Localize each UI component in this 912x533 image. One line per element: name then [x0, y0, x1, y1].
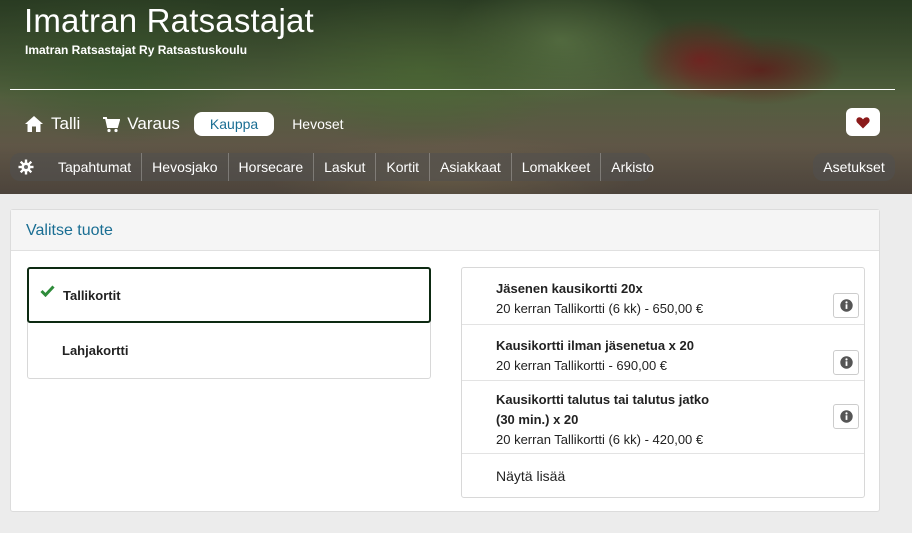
check-icon — [40, 285, 55, 297]
product-item[interactable]: Kausikortti ilman jäsenetua x 20 20 kerr… — [462, 325, 864, 381]
category-label: Tallikortit — [63, 287, 121, 303]
subnav-hevosjako[interactable]: Hevosjako — [142, 153, 229, 181]
show-more-link[interactable]: Näytä lisää — [462, 454, 864, 497]
product-item[interactable]: Jäsenen kausikortti 20x 20 kerran Tallik… — [462, 268, 864, 325]
heart-icon — [856, 116, 870, 128]
settings-button[interactable]: Asetukset — [813, 153, 895, 181]
panel-title: Valitse tuote — [11, 210, 879, 251]
category-list: Tallikortit Lahjakortti — [27, 267, 431, 379]
product-info-button[interactable] — [833, 350, 859, 375]
product-name: Jäsenen kausikortti 20x — [496, 281, 643, 296]
subnav-tapahtumat[interactable]: Tapahtumat — [48, 153, 143, 181]
product-list: Jäsenen kausikortti 20x 20 kerran Tallik… — [461, 267, 865, 498]
nav-hevoset[interactable]: Hevoset — [292, 116, 343, 132]
product-item[interactable]: Kausikortti talutus tai talutus jatko (3… — [462, 381, 864, 454]
subnav-arkisto[interactable]: Arkisto — [601, 153, 664, 181]
favorite-button[interactable] — [846, 108, 880, 136]
product-name-continued: (30 min.) x 20 — [496, 412, 579, 427]
product-name: Kausikortti talutus tai talutus jatko — [496, 392, 710, 407]
nav-talli[interactable]: Talli — [24, 114, 80, 134]
nav-varaus[interactable]: Varaus — [102, 114, 180, 134]
product-info-button[interactable] — [833, 404, 859, 429]
info-icon — [839, 356, 853, 369]
nav-talli-label: Talli — [51, 114, 81, 133]
product-detail: 20 kerran Tallikortti - 690,00 € — [496, 358, 668, 373]
nav-varaus-label: Varaus — [127, 114, 180, 133]
subnav-laskut[interactable]: Laskut — [314, 153, 377, 181]
info-icon — [839, 299, 853, 312]
category-tallikortit[interactable]: Tallikortit — [27, 267, 431, 323]
site-subtitle: Imatran Ratsastajat Ry Ratsastuskoulu — [25, 43, 248, 57]
category-label: Lahjakortti — [62, 342, 129, 358]
main-nav: Talli Varaus Kauppa Hevoset — [24, 110, 344, 138]
header-banner: Imatran Ratsastajat Imatran Ratsastajat … — [0, 0, 912, 194]
product-name: Kausikortti ilman jäsenetua x 20 — [496, 338, 694, 353]
info-icon — [839, 410, 853, 423]
subnav-kortit[interactable]: Kortit — [376, 153, 431, 181]
product-detail: 20 kerran Tallikortti (6 kk) - 420,00 € — [496, 432, 704, 447]
product-info-button[interactable] — [833, 293, 859, 318]
cart-icon — [103, 116, 121, 132]
category-lahjakortti[interactable]: Lahjakortti — [28, 322, 430, 378]
sub-nav: Tapahtumat Hevosjako Horsecare Laskut Ko… — [10, 153, 654, 181]
subnav-horsecare[interactable]: Horsecare — [229, 153, 315, 181]
subnav-lomakkeet[interactable]: Lomakkeet — [512, 153, 602, 181]
product-panel: Valitse tuote Tallikortit Lahjakortti Jä… — [10, 209, 880, 512]
site-title: Imatran Ratsastajat — [24, 2, 314, 39]
home-icon — [25, 116, 43, 132]
product-detail: 20 kerran Tallikortti (6 kk) - 650,00 € — [496, 301, 704, 316]
nav-kauppa[interactable]: Kauppa — [193, 112, 275, 136]
header-divider — [10, 89, 895, 90]
subnav-asiakkaat[interactable]: Asiakkaat — [430, 153, 512, 181]
gear-icon[interactable] — [18, 157, 34, 177]
